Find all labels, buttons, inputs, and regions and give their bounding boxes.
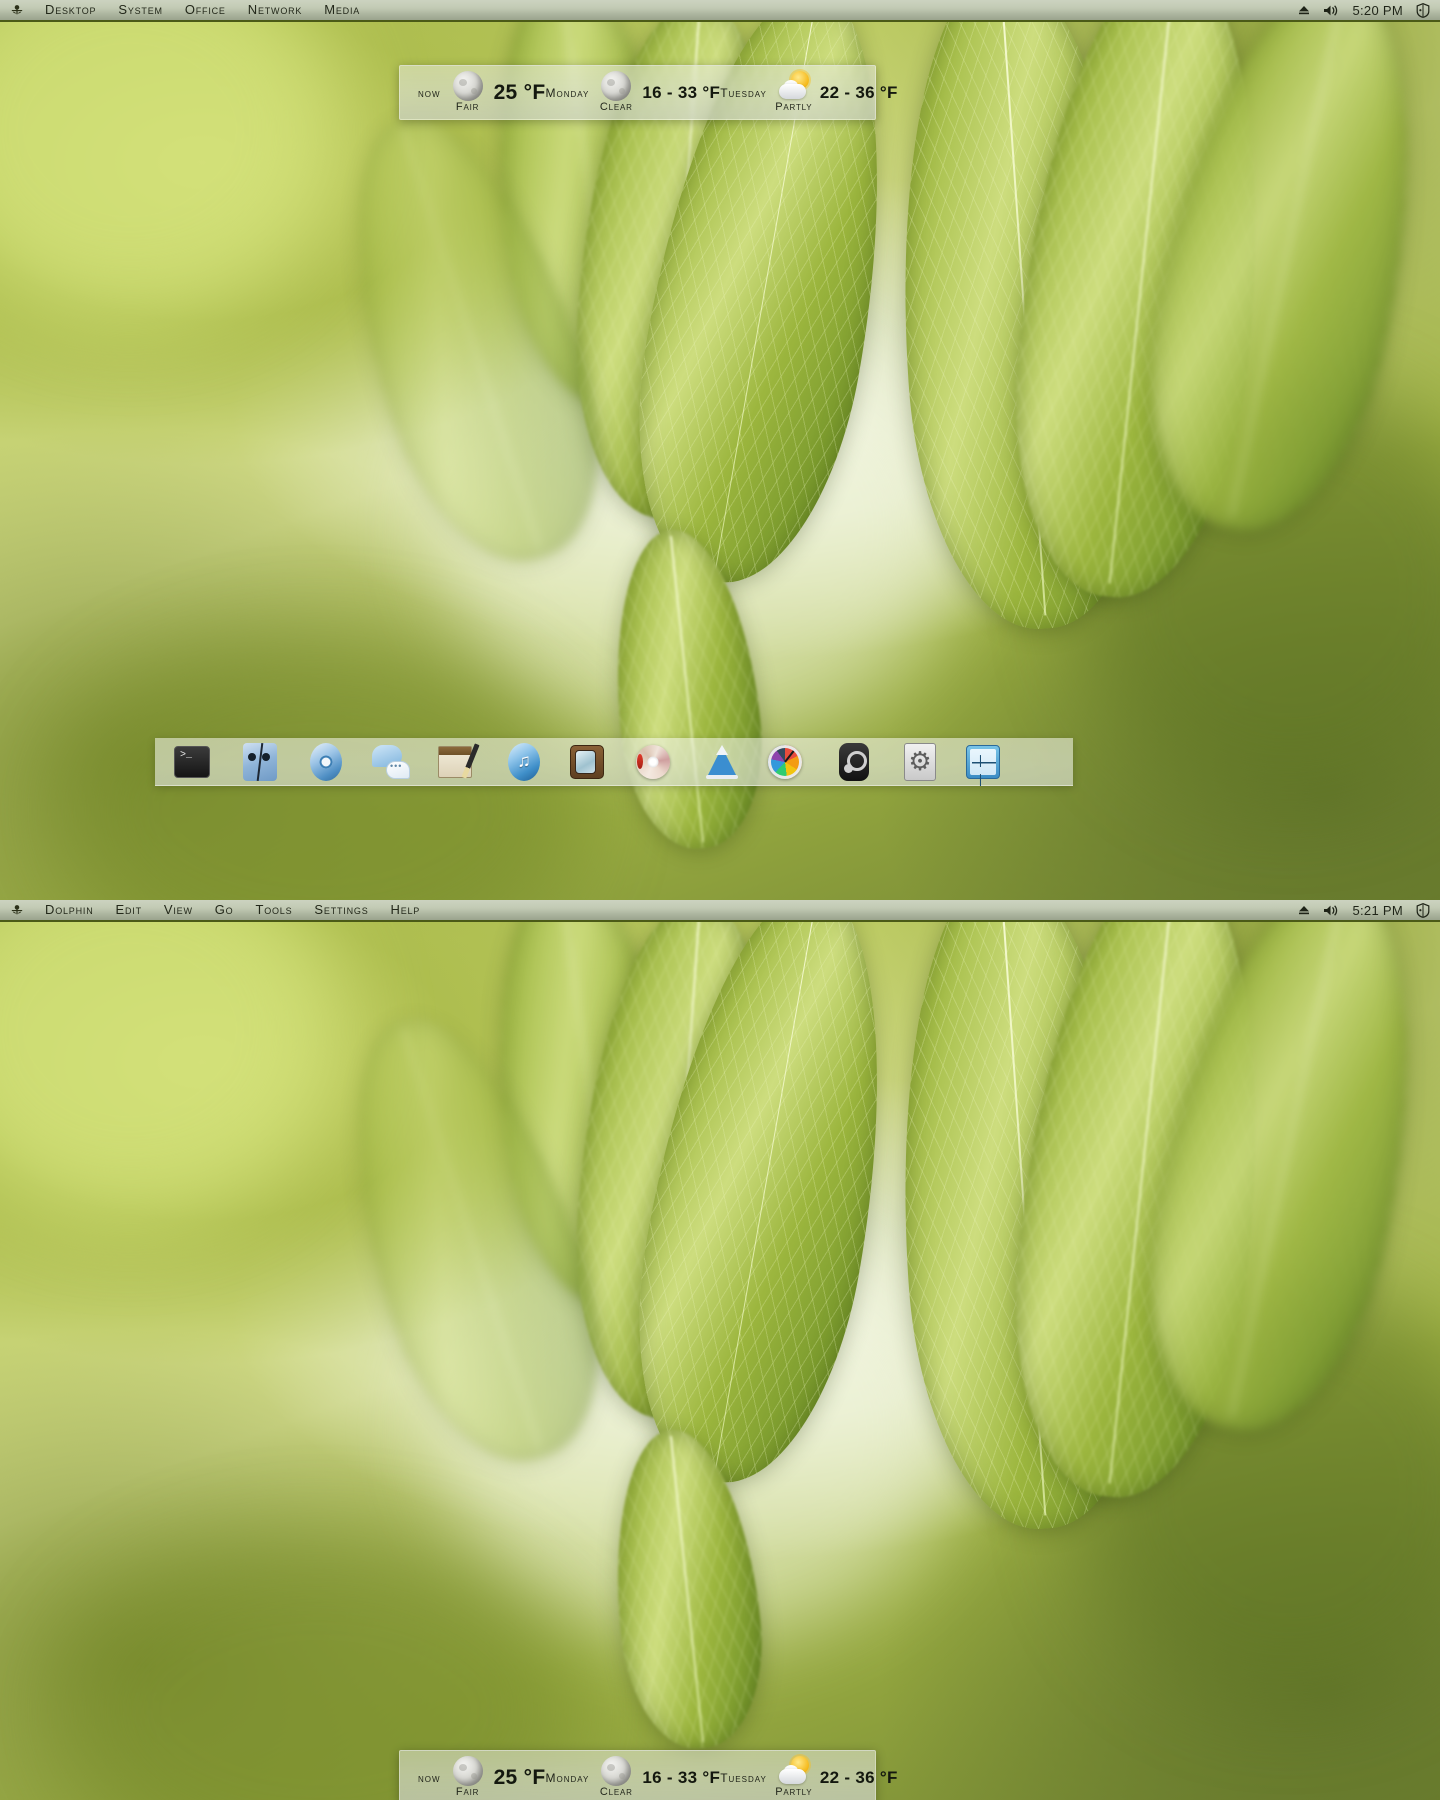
- weather-condition: Fair: [455, 100, 480, 113]
- weather-label: Tuesday: [720, 1770, 767, 1785]
- moon-icon: Clear: [598, 70, 634, 116]
- beshell-logo-icon[interactable]: [0, 3, 34, 17]
- menu-item-go[interactable]: Go: [204, 900, 245, 921]
- weather-label: now: [418, 1770, 441, 1785]
- weather-temperature: 16 - 33 °F: [642, 1767, 721, 1787]
- menu-item-office[interactable]: Office: [174, 0, 237, 21]
- menu-item-edit[interactable]: Edit: [105, 900, 153, 921]
- shield-icon[interactable]: [1416, 902, 1430, 918]
- moon-icon: Clear: [598, 1755, 634, 1800]
- weather-entry-monday: Monday Clear 16 - 33 °F: [545, 70, 720, 116]
- moon-icon: Fair: [450, 70, 486, 116]
- weather-entry-now: now Fair 25 °F: [418, 70, 545, 116]
- dock-item-chromium[interactable]: [293, 738, 359, 786]
- dock-item-tv[interactable]: [557, 738, 623, 786]
- volume-icon[interactable]: [1323, 4, 1339, 17]
- eject-icon[interactable]: [1298, 904, 1310, 916]
- sun-cloud-icon: Partly: [775, 1755, 813, 1800]
- dock-item-terminal[interactable]: [161, 738, 227, 786]
- weather-temperature: 16 - 33 °F: [642, 82, 721, 102]
- dock-top: [155, 738, 1073, 789]
- weather-condition: Fair: [455, 1785, 480, 1798]
- dock-item-file-manager[interactable]: [227, 738, 293, 786]
- weather-temperature: 22 - 36 °F: [819, 82, 898, 102]
- clock[interactable]: 5:21 PM: [1352, 903, 1403, 918]
- weather-entry-monday: Monday Clear 16 - 33 °F: [545, 1755, 720, 1800]
- menu-item-tools[interactable]: Tools: [244, 900, 303, 921]
- weather-label: now: [418, 85, 441, 100]
- weather-widget[interactable]: now Fair 25 °F Monday Clear 16 - 33 °F T…: [399, 65, 897, 120]
- weather-widget[interactable]: now Fair 25 °F Monday Clear 16 - 33 °F T…: [399, 1750, 897, 1800]
- menu-item-settings[interactable]: Settings: [303, 900, 379, 921]
- weather-entry-tuesday: Tuesday Partly 22 - 36 °F: [720, 70, 897, 116]
- weather-condition: Clear: [599, 100, 633, 113]
- volume-icon[interactable]: [1323, 904, 1339, 917]
- weather-label: Tuesday: [720, 85, 767, 100]
- weather-condition: Partly: [775, 100, 813, 113]
- screen-top: Desktop System Office Network Media 5:20…: [0, 0, 1440, 900]
- beshell-logo-icon[interactable]: [0, 903, 34, 917]
- sun-cloud-icon: Partly: [775, 70, 813, 116]
- dock-item-settings[interactable]: [887, 738, 953, 786]
- menu-item-view[interactable]: View: [153, 900, 204, 921]
- weather-temperature: 25 °F: [493, 1765, 546, 1789]
- dock-item-notes[interactable]: [425, 738, 491, 786]
- menu-item-desktop[interactable]: Desktop: [34, 0, 107, 21]
- dock-item-messenger[interactable]: [359, 738, 425, 786]
- bottom-panel: Dolphin Edit View Go Tools Settings Help…: [0, 900, 1440, 922]
- dock-item-steam[interactable]: [821, 738, 887, 786]
- eject-icon[interactable]: [1298, 4, 1310, 16]
- menu-item-help[interactable]: Help: [380, 900, 432, 921]
- weather-condition: Clear: [599, 1785, 633, 1798]
- menu-item-media[interactable]: Media: [313, 0, 371, 21]
- wallpaper-bottom: [0, 900, 1440, 1800]
- moon-icon: Fair: [450, 1755, 486, 1800]
- top-panel-tray: 5:20 PM: [1298, 3, 1440, 18]
- weather-entry-now: now Fair 25 °F: [418, 1755, 545, 1800]
- menu-item-system[interactable]: System: [107, 0, 173, 21]
- weather-label: Monday: [545, 85, 590, 100]
- weather-temperature: 22 - 36 °F: [819, 1767, 898, 1787]
- bottom-panel-tray: 5:21 PM: [1298, 903, 1440, 918]
- menu-item-network[interactable]: Network: [237, 0, 314, 21]
- screen-bottom: Dolphin Edit View Go Tools Settings Help…: [0, 900, 1440, 1800]
- dock-item-audio-tool[interactable]: [953, 738, 1019, 789]
- dock-item-system-monitor[interactable]: [755, 738, 821, 786]
- clock[interactable]: 5:20 PM: [1352, 3, 1403, 18]
- shield-icon[interactable]: [1416, 2, 1430, 18]
- weather-condition: Partly: [775, 1785, 813, 1798]
- dock-item-music-player[interactable]: [491, 738, 557, 786]
- top-panel-menu: Desktop System Office Network Media: [34, 0, 371, 21]
- weather-temperature: 25 °F: [493, 80, 546, 104]
- dock-item-vlc[interactable]: [689, 738, 755, 786]
- top-panel: Desktop System Office Network Media 5:20…: [0, 0, 1440, 22]
- weather-label: Monday: [545, 1770, 590, 1785]
- bottom-panel-menu: Dolphin Edit View Go Tools Settings Help: [34, 900, 431, 921]
- menu-item-dolphin[interactable]: Dolphin: [34, 900, 105, 921]
- dock-item-disc-burner[interactable]: [623, 738, 689, 786]
- weather-entry-tuesday: Tuesday Partly 22 - 36 °F: [720, 1755, 897, 1800]
